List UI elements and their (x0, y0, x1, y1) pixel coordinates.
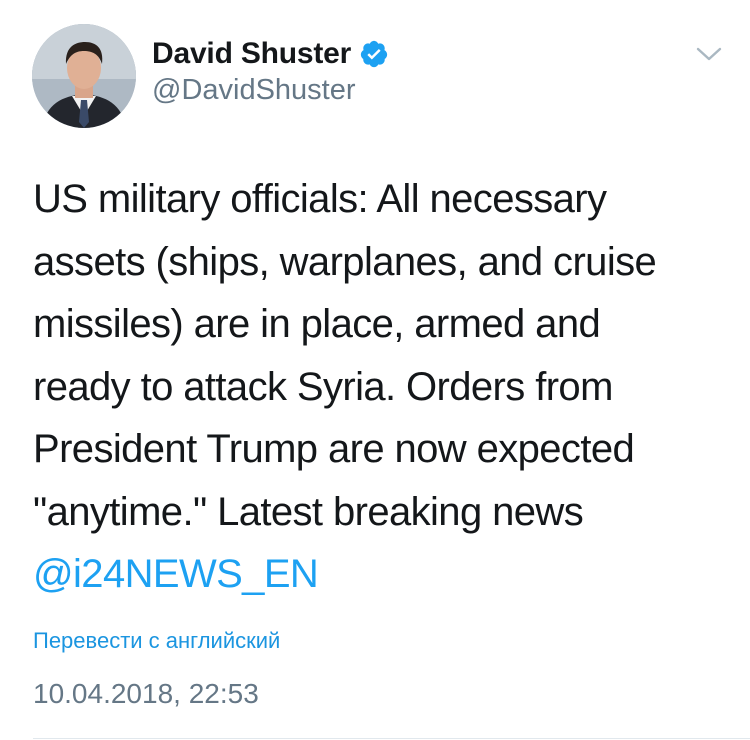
mention-link[interactable]: @i24NEWS_EN (33, 543, 723, 606)
tweet-body: US military officials: All necessary ass… (33, 177, 657, 534)
timestamp[interactable]: 10.04.2018, 22:53 (33, 678, 259, 710)
tweet-card: David Shuster @DavidShuster US military … (0, 0, 750, 740)
verified-badge-icon (361, 40, 388, 68)
author-handle[interactable]: @DavidShuster (152, 74, 356, 107)
author-name-row[interactable]: David Shuster (152, 37, 389, 71)
display-name[interactable]: David Shuster (152, 37, 351, 71)
tweet-text: US military officials: All necessary ass… (33, 168, 723, 606)
avatar-image (32, 24, 136, 128)
translate-link[interactable]: Перевести с английский (33, 628, 280, 654)
chevron-down-icon[interactable] (694, 42, 724, 66)
avatar[interactable] (32, 24, 136, 128)
divider (33, 738, 750, 739)
